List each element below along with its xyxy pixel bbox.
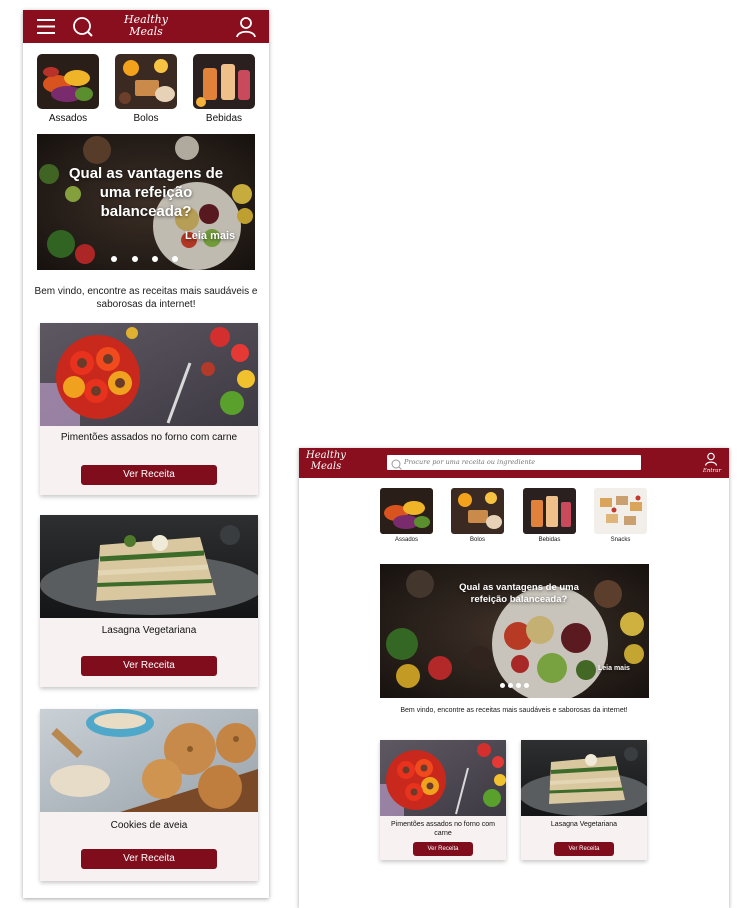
read-more-link[interactable]: Leia mais xyxy=(185,230,235,242)
read-more-link[interactable]: Leia mais xyxy=(598,665,630,672)
recipe-card[interactable]: Cookies de aveia Ver Receita xyxy=(40,709,258,881)
carousel-dot[interactable] xyxy=(516,683,521,688)
brand-line-2: Meals xyxy=(129,24,163,38)
category-bolos-image[interactable] xyxy=(115,54,177,109)
user-icon[interactable] xyxy=(235,16,257,38)
recipe-card[interactable]: Pimentões assados no forno com carne Ver… xyxy=(40,323,258,495)
recipe-image xyxy=(40,709,258,812)
brand-line-2: Meals xyxy=(310,460,342,472)
category-label[interactable]: Bebidas xyxy=(193,113,255,124)
category-label[interactable]: Bolos xyxy=(115,113,177,124)
category-label[interactable]: Bolos xyxy=(451,537,504,543)
carousel-dot[interactable] xyxy=(508,683,513,688)
mobile-header: Healthy Meals xyxy=(23,10,269,43)
recipe-title: Pimentões assados no forno com carne xyxy=(391,821,495,837)
search-bar[interactable] xyxy=(387,455,641,470)
category-label[interactable]: Snacks xyxy=(594,537,647,543)
recipe-title: Cookies de aveia xyxy=(110,820,188,831)
category-snacks-image[interactable] xyxy=(594,488,647,534)
desktop-screen: Healthy Meals Entrar Assados Bolos Beb xyxy=(299,448,729,908)
recipe-card[interactable]: Lasagna Vegetariana Ver Receita xyxy=(521,740,647,860)
recipe-title: Lasagna Vegetariana xyxy=(550,821,618,828)
hero-title: Qual as vantagens de uma refeição balanc… xyxy=(459,582,579,605)
recipe-image xyxy=(40,323,258,426)
category-bebidas-image[interactable] xyxy=(523,488,576,534)
recipe-title: Pimentões assados no forno com carne xyxy=(60,432,238,443)
category-assados-image[interactable] xyxy=(380,488,433,534)
recipe-card[interactable]: Pimentões assados no forno com carne Ver… xyxy=(380,740,506,860)
login-label[interactable]: Entrar xyxy=(700,468,724,474)
view-recipe-button[interactable]: Ver Receita xyxy=(554,842,614,856)
menu-icon[interactable] xyxy=(36,18,56,35)
recipe-title: Lasagna Vegetariana xyxy=(101,625,197,636)
user-icon[interactable] xyxy=(704,452,718,466)
carousel-dot[interactable] xyxy=(111,256,117,262)
view-recipe-button[interactable]: Ver Receita xyxy=(81,849,217,869)
welcome-text: Bem vindo, encontre as receitas mais sau… xyxy=(34,286,258,310)
category-bolos-image[interactable] xyxy=(451,488,504,534)
desktop-header: Healthy Meals Entrar xyxy=(299,448,729,478)
recipe-card[interactable]: Lasagna Vegetariana Ver Receita xyxy=(40,515,258,687)
recipe-image xyxy=(40,515,258,618)
hero-title: Qual as vantagens de uma refeição balanc… xyxy=(68,165,224,220)
mobile-screen: Healthy Meals Assados Bolos Bebidas Qual… xyxy=(23,10,269,898)
recipe-image xyxy=(521,740,647,816)
recipe-image xyxy=(380,740,506,816)
category-label[interactable]: Bebidas xyxy=(523,537,576,543)
carousel-dot[interactable] xyxy=(172,256,178,262)
brand-logo[interactable]: Healthy Meals xyxy=(305,450,347,472)
category-label[interactable]: Assados xyxy=(37,113,99,124)
carousel-dot[interactable] xyxy=(152,256,158,262)
carousel-dot[interactable] xyxy=(524,683,529,688)
view-recipe-button[interactable]: Ver Receita xyxy=(81,465,217,485)
brand-logo[interactable]: Healthy Meals xyxy=(116,14,176,37)
hero-banner[interactable]: Qual as vantagens de uma refeição balanc… xyxy=(380,564,649,698)
search-icon xyxy=(391,457,402,470)
hero-banner[interactable]: Qual as vantagens de uma refeição balanc… xyxy=(37,134,255,270)
view-recipe-button[interactable]: Ver Receita xyxy=(413,842,473,856)
category-bebidas-image[interactable] xyxy=(193,54,255,109)
carousel-dot[interactable] xyxy=(132,256,138,262)
welcome-text: Bem vindo, encontre as receitas mais sau… xyxy=(400,707,628,714)
carousel-dot[interactable] xyxy=(500,683,505,688)
brand-line-1: Healthy xyxy=(306,450,346,461)
search-input[interactable] xyxy=(404,456,634,468)
category-label[interactable]: Assados xyxy=(380,537,433,543)
category-assados-image[interactable] xyxy=(37,54,99,109)
brand-line-1: Healthy xyxy=(124,13,168,26)
view-recipe-button[interactable]: Ver Receita xyxy=(81,656,217,676)
search-icon[interactable] xyxy=(72,16,94,38)
